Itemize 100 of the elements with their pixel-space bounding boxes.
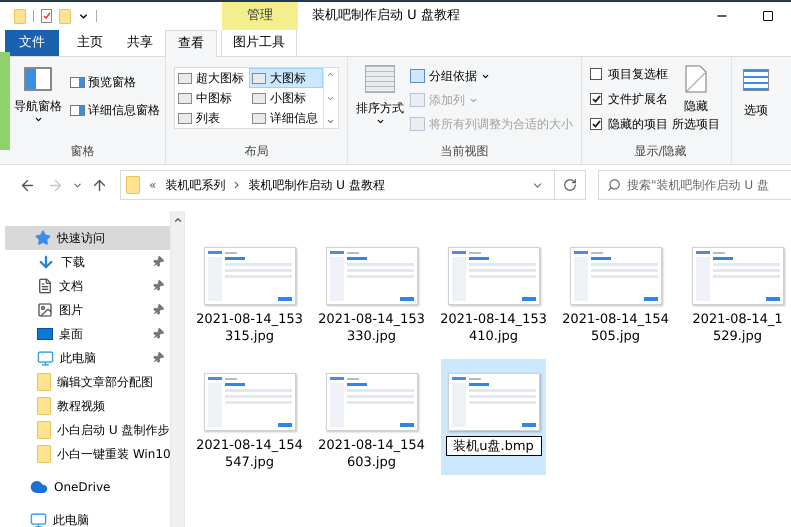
computer-icon (30, 512, 47, 527)
sidebar-item[interactable]: 编辑文章部分配图 (0, 370, 170, 394)
file-name: 315.jpg (224, 328, 274, 345)
group-label: 窗格 (70, 143, 96, 160)
view-icon (252, 112, 266, 124)
pane-layout-icon (24, 67, 52, 91)
scroll-up-icon[interactable] (326, 70, 335, 79)
file-item[interactable]: 2021-08-14_154 505.jpg (563, 233, 668, 349)
maximize-icon (762, 10, 774, 22)
layout-option[interactable]: 列表 (175, 108, 249, 128)
file-item[interactable]: 2021-08-14_153 330.jpg (319, 233, 424, 349)
group-by-button[interactable]: 分组依据 (410, 67, 573, 85)
file-item[interactable]: 2021-08-14_153 315.jpg (197, 233, 302, 349)
caret-icon (376, 117, 384, 126)
breadcrumb-item[interactable]: 装机吧系列 (165, 176, 226, 194)
cloud-icon (30, 478, 48, 496)
view-icon (252, 72, 266, 84)
rename-field[interactable]: 装机u盘.bmp (446, 436, 542, 456)
layout-option[interactable]: 小图标 (249, 88, 323, 108)
desktop-icon (37, 328, 53, 340)
document-icon (37, 278, 53, 294)
folder-icon (126, 176, 140, 194)
checkmark-icon (592, 120, 600, 128)
navigation-pane-button[interactable]: 导航窗格 (12, 65, 64, 142)
expand-gallery-icon[interactable] (326, 117, 335, 126)
view-icon (178, 72, 192, 84)
star-icon (35, 230, 51, 246)
window-title: 装机吧制作启动 U 盘教程 (312, 7, 460, 26)
search-field[interactable]: 搜索"装机吧制作启动 U 盘 (598, 170, 791, 200)
properties-icon[interactable] (41, 9, 52, 23)
preview-pane-button[interactable]: 预览窗格 (70, 73, 160, 91)
sidebar-item[interactable]: 小白一键重装 Win10 (0, 442, 170, 466)
file-name: 2021-08-14_1 (692, 311, 783, 328)
layout-option[interactable]: 超大图标 (175, 68, 249, 88)
column-icon (410, 93, 425, 107)
view-icon (252, 92, 266, 104)
sidebar-item[interactable]: 快速访问 (5, 226, 170, 250)
sidebar-item[interactable]: 文档 (0, 274, 170, 298)
checkbox[interactable] (590, 93, 602, 105)
ribbon-tab[interactable]: 共享 (115, 30, 165, 56)
checkbox[interactable] (590, 118, 602, 130)
file-item[interactable]: 2021-08-14_154 603.jpg (319, 359, 424, 475)
scroll-up-icon[interactable] (172, 215, 182, 225)
details-pane-button[interactable]: 详细信息窗格 (70, 101, 160, 119)
option-checkbox[interactable]: 隐藏的项目 (590, 115, 668, 133)
download-arrow-icon (37, 253, 55, 271)
file-name: 2021-08-14_153 (318, 311, 425, 328)
ribbon-tab[interactable]: 查看 (165, 30, 217, 57)
file-item[interactable]: 装机u盘.bmp (441, 359, 546, 475)
file-name: 2021-08-14_154 (562, 311, 669, 328)
view-icon (178, 112, 192, 124)
context-tab-header: 管理 (222, 2, 298, 30)
hide-selected-button[interactable]: 隐藏 所选项目 (672, 65, 720, 133)
column-icon (410, 117, 425, 131)
file-name: 2021-08-14_153 (440, 311, 547, 328)
search-icon (607, 178, 621, 192)
sidebar-item[interactable]: 桌面 (0, 322, 170, 346)
breadcrumb-item[interactable]: 装机吧制作启动 U 盘教程 (248, 176, 385, 194)
checkbox[interactable] (590, 68, 602, 80)
ribbon-tab[interactable]: 文件 (5, 30, 59, 56)
folder-icon (37, 421, 51, 439)
sidebar-item[interactable]: 教程视频 (0, 394, 170, 418)
sort-by-button[interactable]: 排序方式 (354, 65, 406, 133)
sidebar-item[interactable]: 小白启动 U 盘制作步 (0, 418, 170, 442)
file-name: 2021-08-14_153 (196, 311, 303, 328)
layout-option[interactable]: 详细信息 (249, 108, 323, 128)
file-name: 529.jpg (712, 328, 762, 345)
file-item[interactable]: 2021-08-14_1 529.jpg (685, 233, 790, 349)
file-name: 2021-08-14_154 (318, 437, 425, 454)
sidebar-scrollbar[interactable] (170, 211, 185, 527)
view-icon (178, 92, 192, 104)
details-pane-icon (70, 104, 85, 116)
file-name: 505.jpg (590, 328, 640, 345)
file-name: 2021-08-14_154 (196, 437, 303, 454)
sidebar-item[interactable]: 下载 (0, 250, 170, 274)
preview-pane-icon (70, 76, 85, 88)
file-item[interactable]: 2021-08-14_153 410.jpg (441, 233, 546, 349)
sidebar-item[interactable]: 图片 (0, 298, 170, 322)
sidebar-item[interactable]: 此电脑 (0, 508, 170, 527)
breadcrumb-separator-icon (234, 181, 240, 189)
layout-option[interactable]: 中图标 (175, 88, 249, 108)
option-checkbox[interactable]: 文件扩展名 (590, 90, 668, 108)
file-name: 330.jpg (346, 328, 396, 345)
file-name: 410.jpg (468, 328, 518, 345)
sidebar-item[interactable]: OneDrive (0, 475, 170, 499)
file-item[interactable]: 2021-08-14_154 547.jpg (197, 359, 302, 475)
blank-page-icon (685, 65, 707, 93)
options-button[interactable]: 选项 (732, 57, 780, 164)
overflow-chevron[interactable]: « (149, 176, 156, 194)
address-bar[interactable]: « 装机吧系列 装机吧制作启动 U 盘教程 (120, 170, 586, 200)
folder-icon (59, 8, 71, 24)
ribbon-tab[interactable]: 主页 (65, 30, 115, 56)
refresh-icon[interactable] (563, 178, 577, 192)
ribbon-tab[interactable]: 图片工具 (221, 30, 297, 56)
layout-option[interactable]: 大图标 (249, 68, 323, 88)
picture-icon (37, 302, 53, 318)
sidebar-item[interactable]: 此电脑 (0, 346, 170, 370)
sort-table-icon (365, 65, 395, 93)
option-checkbox[interactable]: 项目复选框 (590, 65, 668, 83)
checkmark-icon (592, 95, 600, 103)
